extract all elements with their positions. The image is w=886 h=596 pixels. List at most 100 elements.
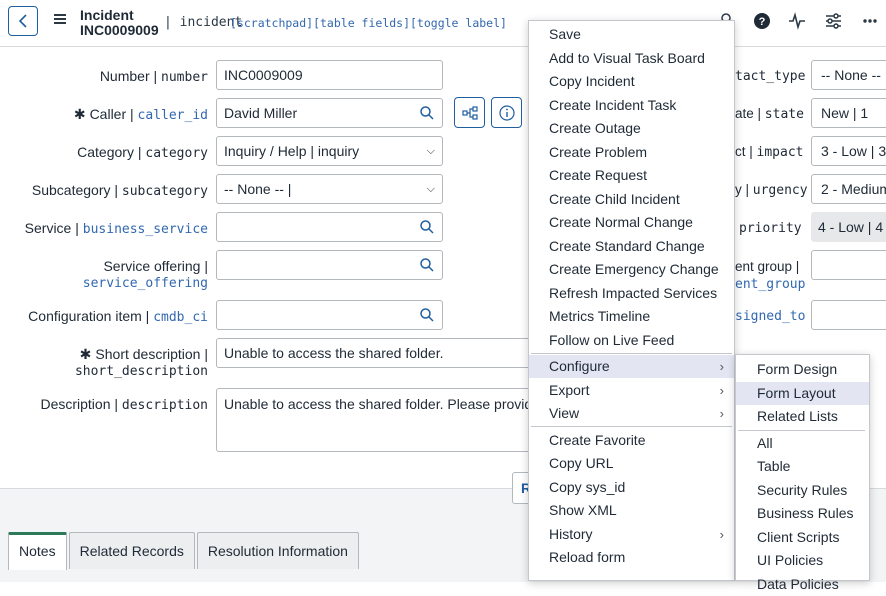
menu-item-history[interactable]: History › — [529, 523, 734, 546]
settings-icon[interactable] — [825, 12, 842, 30]
submenu-item-ui-policies[interactable]: UI Policies — [736, 549, 869, 572]
form-header: Incident INC0009009 | incident [scratchp… — [0, 0, 886, 47]
tab-resolution-information[interactable]: Resolution Information — [196, 532, 359, 569]
impact-label: ct | impact — [735, 144, 804, 160]
chevron-down-icon: ⌵ — [426, 183, 435, 195]
menu-item-copy-sys-id[interactable]: Copy sys_id — [529, 476, 734, 499]
ci-label: Configuration item | cmdb_ci — [28, 308, 208, 325]
menu-item-add-to-visual-task-board[interactable]: Add to Visual Task Board — [529, 47, 734, 70]
menu-item-metrics-timeline[interactable]: Metrics Timeline — [529, 305, 734, 328]
chevron-right-icon: › — [719, 359, 724, 374]
search-icon — [420, 308, 434, 322]
priority-value: 4 - Low | 4 — [811, 212, 886, 242]
service-input[interactable] — [216, 212, 413, 242]
service-offering-label: Service offering | service_offering — [82, 258, 208, 291]
menu-item-reload-form[interactable]: Reload form — [529, 546, 734, 569]
info-icon — [498, 104, 515, 121]
assigned-to-label: signed_to — [735, 309, 806, 324]
contact-type-label: tact_type — [735, 69, 806, 84]
caller-input[interactable]: David Miller — [216, 98, 413, 128]
page-title: Incident INC0009009 — [80, 8, 159, 38]
menu-divider — [531, 353, 732, 354]
caller-lookup-button[interactable] — [412, 98, 443, 128]
required-icon: ✱ — [79, 346, 92, 362]
submenu-item-security-rules[interactable]: Security Rules — [736, 479, 869, 502]
menu-item-create-incident-task[interactable]: Create Incident Task — [529, 94, 734, 117]
state-select[interactable]: New | 1 — [811, 98, 886, 128]
search-icon — [420, 220, 434, 234]
urgency-label: y | urgency — [735, 182, 808, 198]
search-icon — [420, 258, 434, 272]
hierarchy-button[interactable] — [454, 97, 485, 128]
submenu-item-form-design[interactable]: Form Design — [736, 358, 869, 381]
menu-item-create-standard-change[interactable]: Create Standard Change — [529, 235, 734, 258]
ci-lookup-button[interactable] — [412, 300, 443, 330]
activity-icon[interactable] — [788, 12, 806, 30]
number-label: Number | number — [99, 68, 208, 85]
assigned-to-input[interactable] — [811, 300, 886, 330]
menu-item-follow-on-live-feed[interactable]: Follow on Live Feed — [529, 329, 734, 352]
submenu-item-business-rules[interactable]: Business Rules — [736, 502, 869, 525]
ci-input[interactable] — [216, 300, 413, 330]
menu-item-create-problem[interactable]: Create Problem — [529, 141, 734, 164]
submenu-item-client-scripts[interactable]: Client Scripts — [736, 526, 869, 549]
impact-select[interactable]: 3 - Low | 3 — [811, 136, 886, 166]
hierarchy-icon — [461, 105, 478, 120]
menu-item-view[interactable]: View › — [529, 402, 734, 425]
submenu-item-form-layout[interactable]: Form Layout — [736, 382, 869, 405]
configure-submenu: Form Design Form Layout Related Lists Al… — [735, 354, 870, 592]
service-offering-input[interactable] — [216, 250, 413, 280]
menu-item-create-child-incident[interactable]: Create Child Incident — [529, 188, 734, 211]
debug-links[interactable]: [scratchpad][table fields][toggle label] — [230, 16, 507, 30]
menu-item-configure[interactable]: Configure › — [529, 355, 734, 378]
menu-item-copy-url[interactable]: Copy URL — [529, 452, 734, 475]
title-table-label: Incident — [80, 7, 134, 23]
info-button[interactable] — [491, 97, 522, 128]
description-textarea[interactable]: Unable to access the shared folder. Plea… — [216, 388, 556, 452]
menu-icon[interactable] — [54, 14, 66, 24]
state-label: ate | state — [735, 106, 804, 122]
menu-item-save[interactable]: Save — [529, 23, 734, 46]
back-icon — [18, 14, 27, 28]
back-button[interactable] — [8, 6, 38, 36]
chevron-right-icon: › — [719, 406, 724, 421]
context-menu: Save Add to Visual Task Board Copy Incid… — [528, 20, 735, 581]
menu-item-create-normal-change[interactable]: Create Normal Change — [529, 211, 734, 234]
help-icon[interactable]: ? — [753, 12, 771, 30]
tab-notes[interactable]: Notes — [8, 532, 67, 570]
caller-label: ✱ Caller | caller_id — [73, 106, 208, 123]
short-description-input[interactable]: Unable to access the shared folder. — [216, 338, 536, 368]
contact-type-select[interactable]: -- None -- | — [811, 60, 886, 90]
menu-item-show-xml[interactable]: Show XML — [529, 499, 734, 522]
search-icon — [420, 106, 434, 120]
more-icon[interactable] — [862, 12, 878, 30]
assignment-group-input[interactable] — [811, 250, 886, 280]
menu-item-create-favorite[interactable]: Create Favorite — [529, 429, 734, 452]
chevron-down-icon: ⌵ — [426, 145, 435, 157]
assignment-group-label: ent group | ent_group — [735, 259, 806, 292]
menu-item-export[interactable]: Export › — [529, 379, 734, 402]
subcategory-select[interactable]: -- None -- | ⌵ — [216, 174, 443, 204]
urgency-select[interactable]: 2 - Medium — [811, 174, 886, 204]
service-lookup-button[interactable] — [412, 212, 443, 242]
submenu-item-data-policies[interactable]: Data Policies — [736, 573, 869, 596]
title-record-number: INC0009009 — [80, 22, 159, 38]
submenu-item-related-lists[interactable]: Related Lists — [736, 405, 869, 428]
menu-item-refresh-impacted-services[interactable]: Refresh Impacted Services — [529, 282, 734, 305]
description-label: Description | description — [40, 396, 208, 413]
menu-item-create-emergency-change[interactable]: Create Emergency Change — [529, 258, 734, 281]
submenu-divider — [738, 430, 865, 431]
subcategory-label: Subcategory | subcategory — [31, 182, 208, 199]
category-label: Category | category — [77, 144, 208, 161]
number-input[interactable]: INC0009009 — [216, 60, 443, 90]
menu-item-copy-incident[interactable]: Copy Incident — [529, 70, 734, 93]
menu-item-create-request[interactable]: Create Request — [529, 164, 734, 187]
category-select[interactable]: Inquiry / Help | inquiry ⌵ — [216, 136, 443, 166]
menu-item-create-outage[interactable]: Create Outage — [529, 117, 734, 140]
required-icon: ✱ — [73, 106, 86, 122]
tab-bar: Notes Related Records Resolution Informa… — [8, 532, 361, 570]
submenu-item-all[interactable]: All — [736, 432, 869, 455]
submenu-item-table[interactable]: Table — [736, 455, 869, 478]
tab-related-records[interactable]: Related Records — [68, 532, 195, 569]
service-offering-lookup-button[interactable] — [412, 250, 443, 280]
